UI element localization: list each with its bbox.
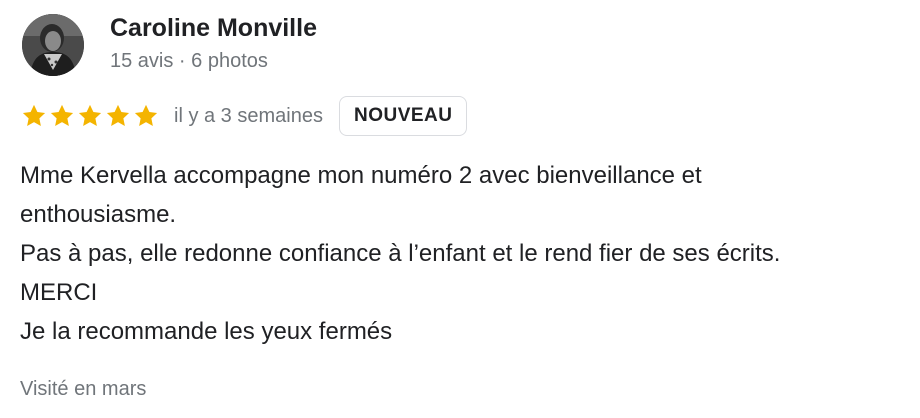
review-text-line: Je la recommande les yeux fermés [20, 318, 393, 345]
star-rating [20, 102, 160, 130]
review-text-line: Pas à pas, elle redonne confiance à l’en… [20, 240, 781, 267]
rating-row: il y a 3 semaines NOUVEAU [20, 94, 468, 138]
star-icon [106, 104, 130, 127]
review-text-line: Mme Kervella accompagne mon numéro 2 ave… [20, 162, 702, 189]
new-badge: NOUVEAU [338, 96, 468, 136]
author-name[interactable]: Caroline Monville [110, 14, 317, 43]
review-text: Mme Kervella accompagne mon numéro 2 ave… [20, 156, 912, 351]
star-icon [50, 104, 74, 127]
star-icon [22, 104, 46, 127]
avatar-photo-icon [22, 14, 84, 76]
author-avatar[interactable] [22, 14, 84, 76]
visit-date: Visité en mars [20, 378, 147, 400]
star-icon [78, 104, 102, 127]
review-text-line: MERCI [20, 279, 98, 306]
author-meta: 15 avis · 6 photos [110, 50, 268, 72]
star-icon [134, 104, 158, 127]
review-text-line: enthousiasme. [20, 201, 177, 228]
review-date: il y a 3 semaines [174, 104, 323, 127]
